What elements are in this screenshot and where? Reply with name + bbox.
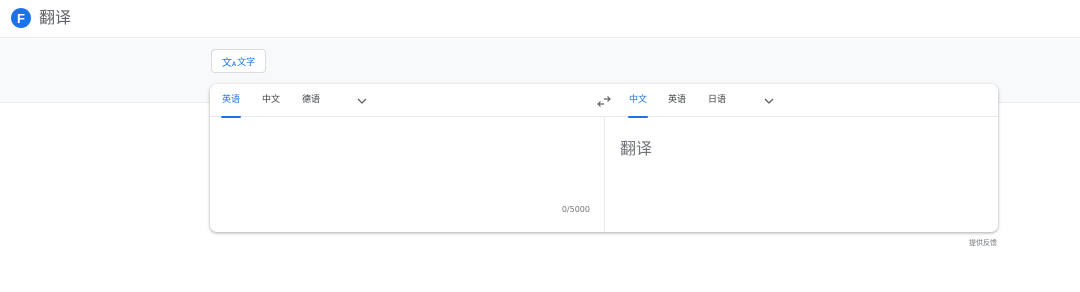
target-lang-tab-english[interactable]: 英语: [667, 84, 687, 117]
translate-page: F 翻译 文A 文字 英语 中文 德语 中文 英语 日语 0/5000 翻译 提…: [0, 0, 1080, 292]
translator-card: 英语 中文 德语 中文 英语 日语 0/5000 翻译: [210, 84, 998, 232]
source-lang-more-chevron-down-icon[interactable]: [355, 94, 369, 108]
translation-output-placeholder: 翻译: [620, 139, 653, 158]
text-mode-button[interactable]: 文A 文字: [211, 49, 266, 73]
send-feedback-link[interactable]: 提供反馈: [969, 238, 997, 248]
app-logo-icon: F: [11, 8, 31, 28]
source-text-input[interactable]: [220, 127, 594, 199]
language-bar: 英语 中文 德语 中文 英语 日语: [210, 84, 998, 118]
target-lang-tab-japanese[interactable]: 日语: [707, 84, 727, 117]
target-pane: 翻译: [605, 117, 998, 232]
target-lang-more-chevron-down-icon[interactable]: [762, 94, 776, 108]
app-header: F 翻译: [0, 0, 1080, 38]
app-title: 翻译: [39, 8, 72, 27]
character-count: 0/5000: [561, 205, 590, 214]
target-lang-tab-chinese[interactable]: 中文: [628, 84, 648, 118]
source-lang-tab-chinese[interactable]: 中文: [261, 84, 281, 117]
source-lang-tab-english[interactable]: 英语: [221, 84, 241, 118]
swap-languages-icon[interactable]: [596, 93, 612, 109]
translate-icon: 文A: [221, 57, 237, 69]
source-pane: 0/5000: [210, 117, 604, 232]
text-mode-label: 文字: [237, 57, 256, 68]
source-lang-tab-german[interactable]: 德语: [301, 84, 321, 117]
brand[interactable]: F 翻译: [11, 8, 71, 28]
